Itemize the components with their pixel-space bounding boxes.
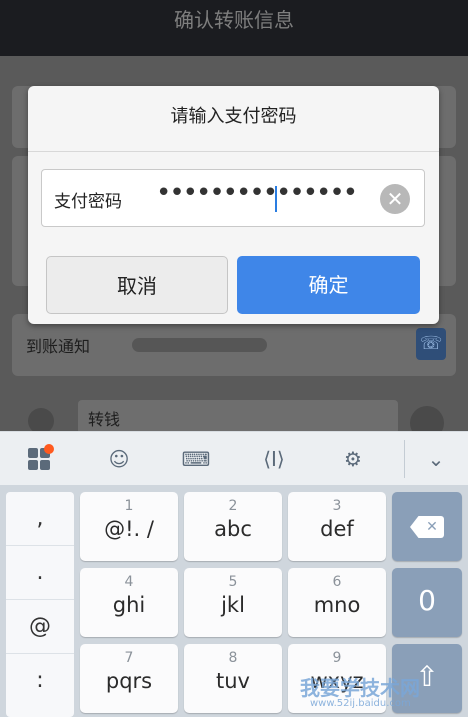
key-label: 0 xyxy=(418,584,436,617)
blurred-phone-number xyxy=(132,338,267,352)
zero-key[interactable]: 0 xyxy=(392,568,462,637)
comma-key[interactable]: , xyxy=(6,492,74,546)
key-label: ghi xyxy=(112,593,146,617)
toolbar-divider xyxy=(404,440,405,478)
grid-icon[interactable] xyxy=(24,444,54,474)
key-label: mno xyxy=(313,593,361,617)
clear-icon[interactable]: ✕ xyxy=(380,184,410,214)
key-5[interactable]: 5 jkl xyxy=(184,568,282,637)
key-number: 5 xyxy=(228,574,238,590)
chevron-down-icon[interactable]: ⌄ xyxy=(421,444,451,474)
password-mask: ••••••••••••••• xyxy=(156,178,358,208)
emoji-icon[interactable]: ☺ xyxy=(104,444,134,474)
keyboard-icon[interactable]: ⌨ xyxy=(181,444,211,474)
password-dialog: 请输入支付密码 支付密码 ••••••••••••••• ✕ 取消 确定 xyxy=(28,86,439,324)
cancel-button[interactable]: 取消 xyxy=(46,256,228,314)
password-input[interactable]: 支付密码 ••••••••••••••• ✕ xyxy=(41,169,425,227)
key-label: jkl xyxy=(221,593,245,617)
keyboard-toolbar: ☺ ⌨ ⟨I⟩ ⚙ ⌄ xyxy=(0,431,468,485)
key-label: @!. / xyxy=(104,517,154,541)
key-number: 1 xyxy=(124,498,134,514)
key-6[interactable]: 6 mno xyxy=(288,568,386,637)
key-3[interactable]: 3 def xyxy=(288,492,386,561)
message-field[interactable]: 转钱 xyxy=(78,400,398,434)
period-key[interactable]: . xyxy=(6,546,74,600)
text-caret xyxy=(275,186,277,212)
page-title: 确认转账信息 xyxy=(174,8,294,32)
key-label: def xyxy=(320,517,354,541)
gear-icon[interactable]: ⚙ xyxy=(338,444,368,474)
key-1[interactable]: 1 @!. / xyxy=(80,492,178,561)
symbol-column: , . @ : xyxy=(6,492,74,717)
key-number: 7 xyxy=(124,650,134,666)
key-2[interactable]: 2 abc xyxy=(184,492,282,561)
key-number: 3 xyxy=(332,498,342,514)
key-number: 9 xyxy=(332,650,342,666)
title-bar: 确认转账信息 xyxy=(0,0,468,56)
watermark-url: www.52ij.baidu.com xyxy=(310,698,411,709)
notice-label: 到账通知 xyxy=(26,337,91,356)
key-8[interactable]: 8 tuv xyxy=(184,644,282,713)
colon-key[interactable]: : xyxy=(6,654,74,708)
key-label: tuv xyxy=(216,669,250,693)
key-number: 6 xyxy=(332,574,342,590)
watermark-logo: 我要学技术网 xyxy=(300,676,420,700)
key-label: pqrs xyxy=(105,669,153,693)
backspace-icon: ✕ xyxy=(410,516,444,538)
at-key[interactable]: @ xyxy=(6,600,74,654)
notification-dot xyxy=(44,444,54,454)
key-number: 2 xyxy=(228,498,238,514)
dialog-title: 请输入支付密码 xyxy=(28,86,439,152)
message-input-bar: 转钱 xyxy=(12,394,456,440)
cursor-icon[interactable]: ⟨I⟩ xyxy=(259,444,289,474)
password-label: 支付密码 xyxy=(54,192,122,212)
key-7[interactable]: 7 pqrs xyxy=(80,644,178,713)
contacts-phone-icon[interactable]: ☏ xyxy=(416,328,446,360)
key-4[interactable]: 4 ghi xyxy=(80,568,178,637)
key-number: 8 xyxy=(228,650,238,666)
delete-key[interactable]: ✕ xyxy=(392,492,462,561)
confirm-button[interactable]: 确定 xyxy=(237,256,420,314)
key-label: abc xyxy=(214,517,252,541)
key-number: 4 xyxy=(124,574,134,590)
